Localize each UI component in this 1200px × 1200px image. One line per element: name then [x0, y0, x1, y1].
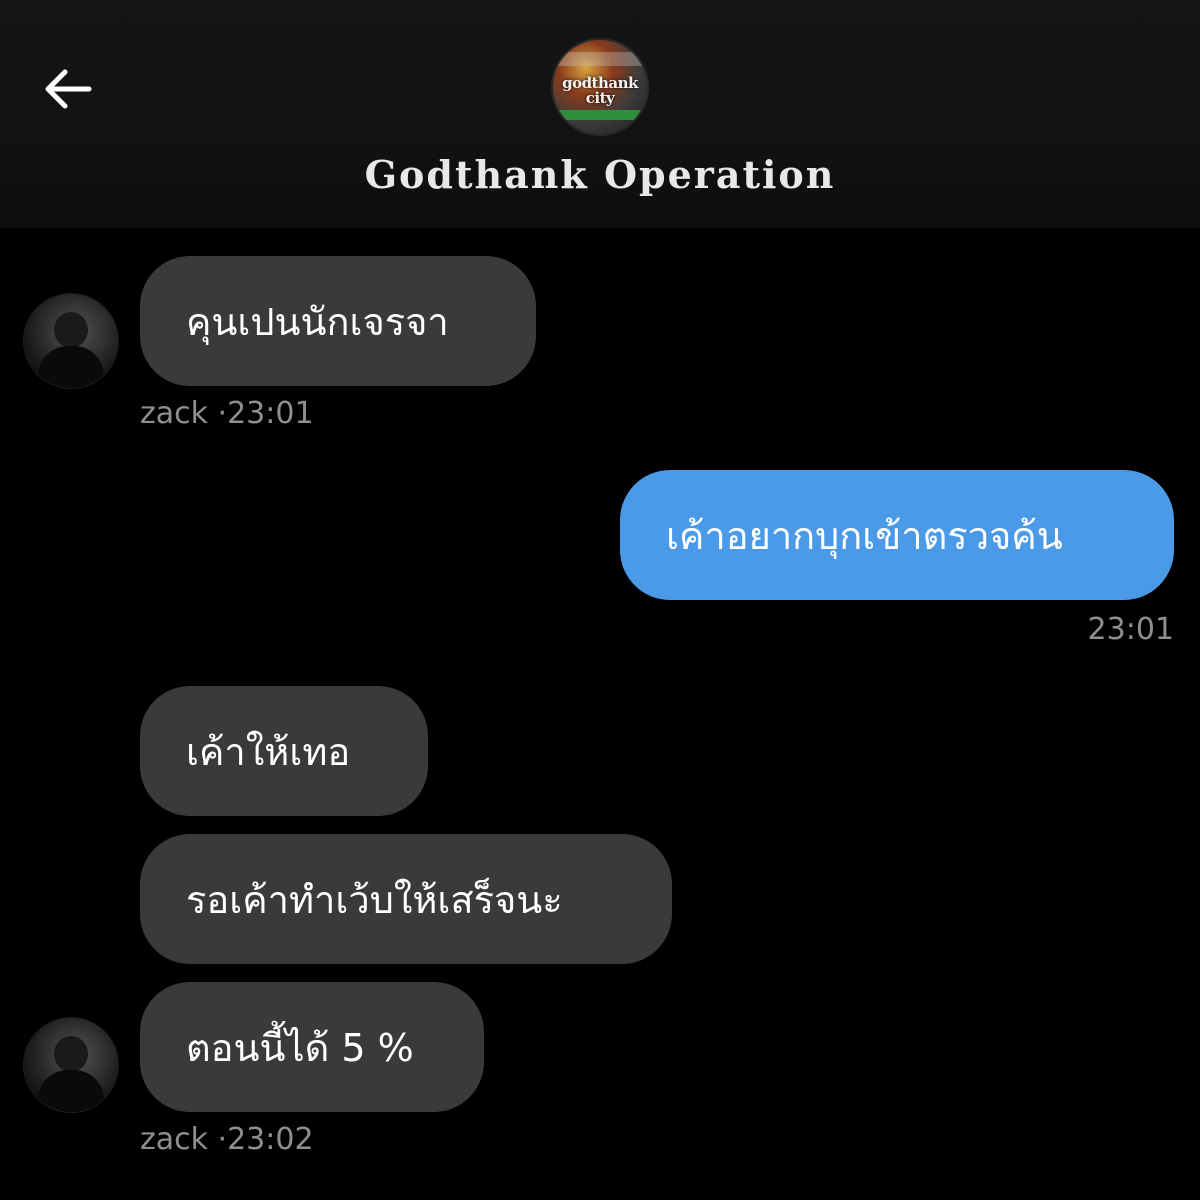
arrow-left-icon [45, 69, 92, 109]
message-text: เค้าอยากบุกเข้าตรวจค้น [666, 513, 1063, 558]
message-text: ตอนนี้ได้ 5 % [186, 1025, 414, 1070]
conversation-title[interactable]: Godthank Operation [0, 152, 1200, 197]
message-time: ·23:02 [217, 1122, 314, 1157]
message-meta: zack ·23:01 [140, 396, 314, 431]
avatar-body [38, 346, 104, 388]
message-bubble[interactable]: คุนเปนนักเจรจา [140, 256, 536, 386]
conversation-header: godthank city Godthank Operation [0, 0, 1200, 228]
message-text: คุนเปนนักเจรจา [186, 299, 449, 344]
avatar-head [54, 312, 88, 348]
avatar-head [54, 1036, 88, 1072]
group-avatar-logo-text: godthank city [562, 74, 638, 107]
message-bubble[interactable]: เค้าให้เทอ [140, 686, 428, 816]
avatar-stripe [553, 110, 647, 120]
message-sender: zack [140, 1122, 208, 1157]
message-meta: zack ·23:02 [140, 1122, 314, 1157]
message-bubble[interactable]: รอเค้าทำเว้บให้เสร็จนะ [140, 834, 672, 964]
message-sender: zack [140, 396, 208, 431]
message-time: 23:01 [1087, 612, 1174, 647]
back-button[interactable] [30, 52, 104, 126]
avatar[interactable] [24, 294, 118, 388]
message-bubble[interactable]: ตอนนี้ได้ 5 % [140, 982, 484, 1112]
avatar[interactable] [24, 1018, 118, 1112]
message-time: ·23:01 [217, 396, 314, 431]
message-text: เค้าให้เทอ [186, 729, 351, 774]
avatar-stripe [553, 52, 647, 66]
group-avatar[interactable]: godthank city [553, 40, 647, 134]
message-text: รอเค้าทำเว้บให้เสร็จนะ [186, 877, 563, 922]
avatar-body [38, 1070, 104, 1112]
message-meta: 23:01 [1088, 612, 1174, 647]
message-bubble[interactable]: เค้าอยากบุกเข้าตรวจค้น [620, 470, 1174, 600]
